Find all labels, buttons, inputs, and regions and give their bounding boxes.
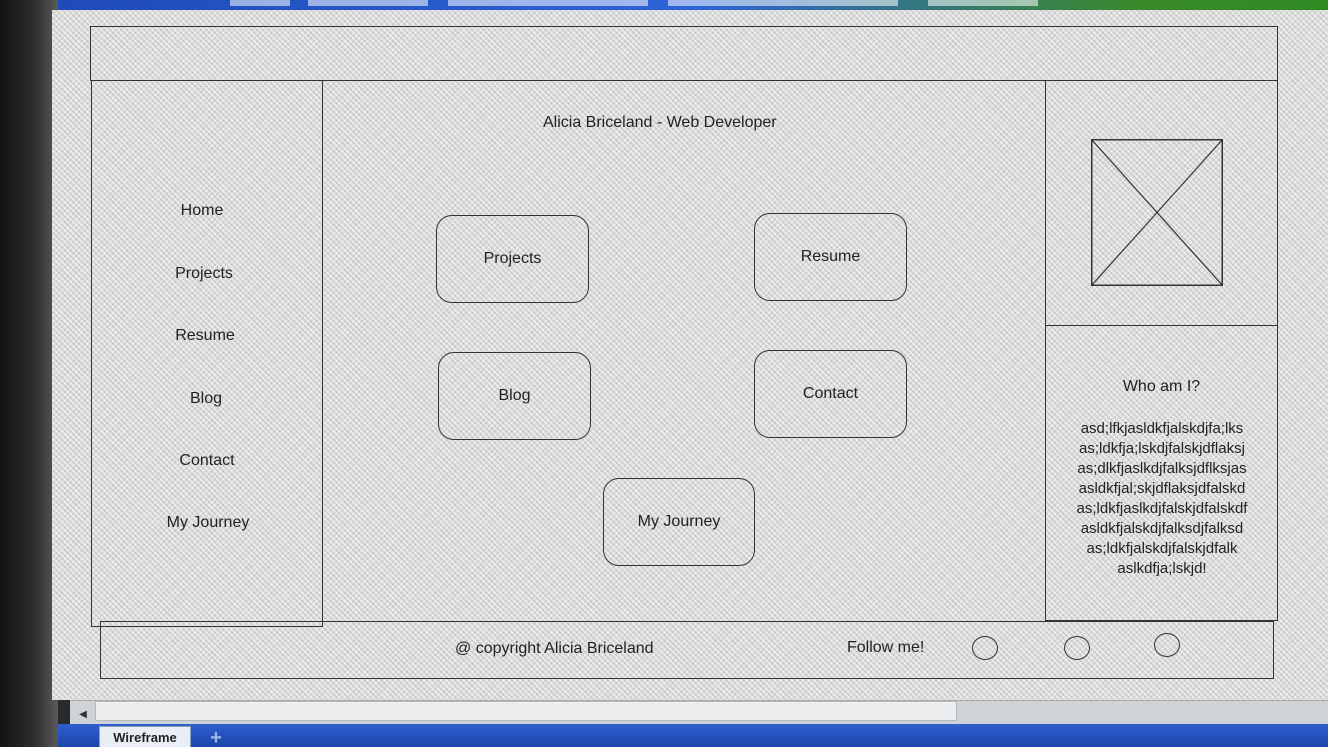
sidebar-item-projects[interactable]: Projects [175,265,233,283]
social-link-2-icon[interactable] [1064,636,1090,660]
tile-label: My Journey [637,513,721,530]
about-line: asldkfjalskdjfalksdjfalksd [1080,520,1244,537]
tile-projects[interactable]: Projects [436,215,589,303]
monitor-bezel [0,0,58,747]
sheet-tab-bar [58,724,1328,747]
image-placeholder-icon [1091,139,1223,286]
tile-label: Resume [800,248,861,265]
sheet-tab-wireframe[interactable]: Wireframe [99,726,191,747]
about-body: asd;lfkjasldkfjalskdjfa;lks as;ldkfja;ls… [1052,419,1272,579]
tile-contact[interactable]: Contact [754,350,907,438]
social-link-1-icon[interactable] [972,636,998,660]
tile-blog[interactable]: Blog [438,352,591,440]
footer-copyright: @ copyright Alicia Briceland [455,640,654,657]
scrollbar-thumb[interactable] [95,701,957,721]
social-link-3-icon[interactable] [1154,633,1180,657]
sidebar-item-my-journey[interactable]: My Journey [167,514,250,532]
sidebar-item-contact[interactable]: Contact [179,452,234,470]
about-line: asldkfjal;skjdflaksjdfalskd [1078,480,1246,497]
sheet-tab-label: Wireframe [113,729,177,745]
right-column-divider [1045,325,1278,326]
about-line: as;dlkfjaslkdjfalksjdflksjas [1077,460,1247,477]
footer-follow-label: Follow me! [847,639,925,656]
sidebar-item-blog[interactable]: Blog [190,390,222,408]
about-line: as;ldkfja;lskdjfalskjdflaksj [1079,440,1245,457]
tile-label: Contact [802,385,859,402]
about-line: as;ldkfjalskdjfalskjdfalk [1086,540,1238,557]
about-line: asd;lfkjasldkfjalskdjfa;lks [1080,420,1244,437]
sidebar-box [91,80,323,627]
footer-box [100,621,1274,679]
tile-resume[interactable]: Resume [754,213,907,301]
arrow-left-icon[interactable]: ◀ [74,705,92,723]
header-box [90,26,1278,81]
tile-label: Blog [498,387,531,404]
about-title: Who am I? [1122,378,1201,395]
plus-icon[interactable]: + [204,728,228,747]
sidebar-item-home[interactable]: Home [181,202,224,220]
page-title: Alicia Briceland - Web Developer [543,114,777,131]
tile-label: Projects [483,250,542,267]
sidebar-item-resume[interactable]: Resume [175,327,235,345]
about-line: as;ldkfjaslkdjfalskjdfalskdf [1076,500,1248,517]
tile-my-journey[interactable]: My Journey [603,478,755,566]
about-line: aslkdfja;lskjd! [1117,560,1207,577]
